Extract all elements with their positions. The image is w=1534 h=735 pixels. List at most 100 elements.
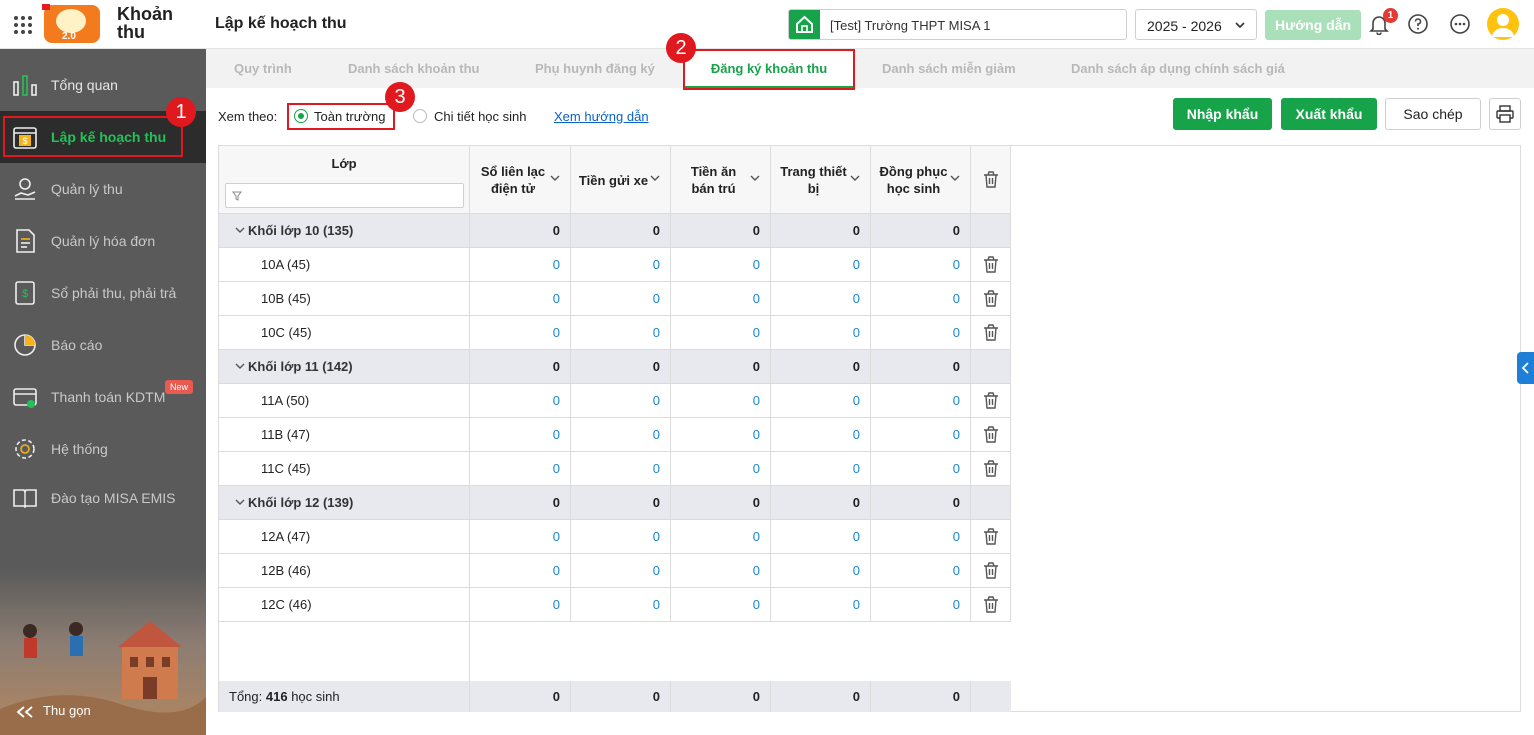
sidebar-item-invoices[interactable]: Quản lý hóa đơn [0,215,206,267]
tab-exemption-list[interactable]: Danh sách miễn giảm [882,49,1016,88]
amount-cell[interactable]: 0 [571,418,671,451]
collapse-icon[interactable] [16,705,36,719]
amount-cell[interactable]: 0 [671,384,771,417]
radio-student-detail-label[interactable]: Chi tiết học sinh [434,109,527,124]
amount-cell[interactable]: 0 [871,282,971,315]
amount-cell[interactable]: 0 [871,588,971,621]
side-panel-toggle[interactable] [1517,352,1534,384]
col-delete-header[interactable] [971,146,1011,214]
amount-cell[interactable]: 0 [671,554,771,587]
trash-icon[interactable] [983,290,999,307]
col-equipment-header[interactable]: Trang thiết bị [771,146,871,214]
amount-cell[interactable]: 0 [871,452,971,485]
chevron-down-icon[interactable] [235,362,245,370]
amount-cell[interactable]: 0 [671,588,771,621]
sidebar-item-cashless-payment[interactable]: Thanh toán KDTM [0,371,206,423]
amount-cell[interactable]: 0 [771,316,871,349]
trash-icon[interactable] [983,596,999,613]
group-row[interactable]: Khối lớp 12 (139) 0 0 0 0 0 [219,486,1011,520]
trash-icon[interactable] [983,460,999,477]
radio-student-detail[interactable] [413,109,427,123]
amount-cell[interactable]: 0 [771,248,871,281]
amount-cell[interactable]: 0 [771,588,871,621]
school-selector[interactable]: [Test] Trường THPT MISA 1 [788,9,1127,40]
trash-icon[interactable] [983,426,999,443]
trash-icon[interactable] [983,324,999,341]
amount-cell[interactable]: 0 [771,418,871,451]
table-row[interactable]: 11C (45) 0 0 0 0 0 [219,452,1011,486]
help-icon[interactable] [1407,13,1429,35]
amount-cell[interactable]: 0 [470,554,571,587]
amount-cell[interactable]: 0 [771,554,871,587]
amount-cell[interactable]: 0 [871,248,971,281]
amount-cell[interactable]: 0 [771,282,871,315]
sidebar-item-system[interactable]: Hệ thống [0,423,206,475]
table-row[interactable]: 12B (46) 0 0 0 0 0 [219,554,1011,588]
sidebar-item-collections[interactable]: Quản lý thu [0,163,206,215]
amount-cell[interactable]: 0 [470,418,571,451]
trash-icon[interactable] [983,171,999,188]
amount-cell[interactable]: 0 [470,282,571,315]
guide-button[interactable]: Hướng dẫn [1265,10,1361,40]
amount-cell[interactable]: 0 [470,384,571,417]
amount-cell[interactable]: 0 [871,418,971,451]
amount-cell[interactable]: 0 [871,316,971,349]
amount-cell[interactable]: 0 [671,248,771,281]
copy-button[interactable]: Sao chép [1385,98,1481,130]
amount-cell[interactable]: 0 [871,384,971,417]
amount-cell[interactable]: 0 [571,282,671,315]
trash-icon[interactable] [983,392,999,409]
amount-cell[interactable]: 0 [671,520,771,553]
table-row[interactable]: 10B (45) 0 0 0 0 0 [219,282,1011,316]
table-row[interactable]: 11A (50) 0 0 0 0 0 [219,384,1011,418]
amount-cell[interactable]: 0 [571,452,671,485]
amount-cell[interactable]: 0 [571,554,671,587]
user-avatar[interactable] [1487,8,1519,40]
amount-cell[interactable]: 0 [771,452,871,485]
amount-cell[interactable]: 0 [571,520,671,553]
import-button[interactable]: Nhập khẩu [1173,98,1272,130]
table-row[interactable]: 11B (47) 0 0 0 0 0 [219,418,1011,452]
export-button[interactable]: Xuất khẩu [1281,98,1377,130]
sidebar-item-reports[interactable]: Báo cáo [0,319,206,371]
amount-cell[interactable]: 0 [470,520,571,553]
tab-fee-list[interactable]: Danh sách khoản thu [348,49,479,88]
group-row[interactable]: Khối lớp 10 (135) 0 0 0 0 0 [219,214,1011,248]
tab-parent-registration[interactable]: Phụ huynh đăng ký [535,49,655,88]
col-uniform-header[interactable]: Đồng phục học sinh [871,146,971,214]
amount-cell[interactable]: 0 [671,418,771,451]
table-row[interactable]: 10C (45) 0 0 0 0 0 [219,316,1011,350]
chevron-down-icon[interactable] [235,498,245,506]
amount-cell[interactable]: 0 [671,282,771,315]
trash-icon[interactable] [983,562,999,579]
amount-cell[interactable]: 0 [771,520,871,553]
trash-icon[interactable] [983,256,999,273]
amount-cell[interactable]: 0 [470,588,571,621]
col-boarding-meal-header[interactable]: Tiền ăn bán trú [671,146,771,214]
school-year-select[interactable]: 2025 - 2026 [1135,9,1257,40]
tab-pricing-policy[interactable]: Danh sách áp dụng chính sách giá [1071,49,1285,88]
amount-cell[interactable]: 0 [771,384,871,417]
collapse-label[interactable]: Thu gọn [43,703,91,718]
app-launcher-icon[interactable] [14,16,32,34]
amount-cell[interactable]: 0 [571,316,671,349]
amount-cell[interactable]: 0 [470,452,571,485]
chevron-down-icon[interactable] [235,226,245,234]
amount-cell[interactable]: 0 [671,452,771,485]
amount-cell[interactable]: 0 [571,588,671,621]
amount-cell[interactable]: 0 [671,316,771,349]
print-button[interactable] [1489,98,1521,130]
col-parking-header[interactable]: Tiền gửi xe [571,146,671,214]
amount-cell[interactable]: 0 [470,316,571,349]
amount-cell[interactable]: 0 [571,248,671,281]
amount-cell[interactable]: 0 [470,248,571,281]
amount-cell[interactable]: 0 [871,554,971,587]
class-filter-input[interactable] [225,183,464,208]
table-row[interactable]: 12A (47) 0 0 0 0 0 [219,520,1011,554]
trash-icon[interactable] [983,528,999,545]
col-ecommunication-header[interactable]: Sổ liên lạc điện tử [470,146,571,214]
guide-link[interactable]: Xem hướng dẫn [554,109,649,124]
more-options-icon[interactable] [1449,13,1471,35]
sidebar-item-ledger[interactable]: $ Sổ phải thu, phải trả [0,267,206,319]
amount-cell[interactable]: 0 [571,384,671,417]
